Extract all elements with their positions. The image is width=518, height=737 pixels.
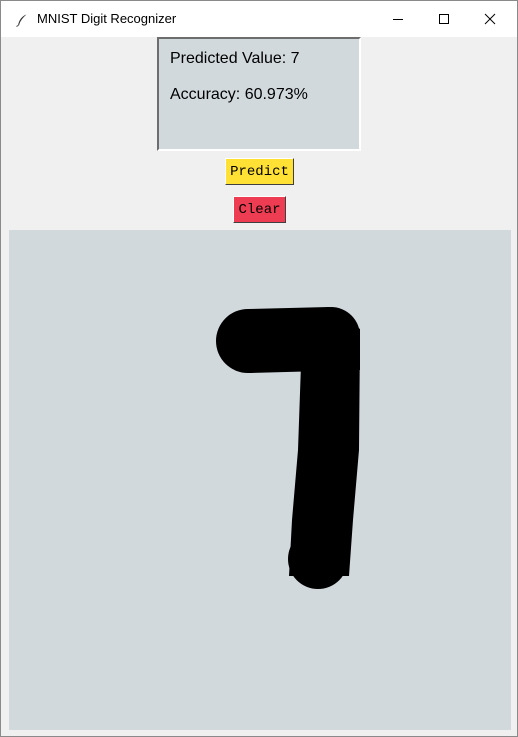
prediction-display: Predicted Value: 7 Accuracy: 60.973% — [157, 37, 361, 151]
drawn-digit-stroke — [216, 307, 360, 589]
maximize-icon — [438, 10, 450, 29]
close-button[interactable] — [467, 1, 513, 37]
accuracy-text: Accuracy: 60.973% — [170, 86, 308, 103]
canvas-drawing — [216, 307, 360, 589]
feather-icon — [15, 12, 29, 27]
clear-button[interactable]: Clear — [233, 196, 286, 223]
minimize-button[interactable] — [375, 1, 421, 37]
drawing-canvas[interactable] — [9, 230, 511, 730]
window-title: MNIST Digit Recognizer — [37, 11, 177, 26]
minimize-icon — [392, 10, 404, 29]
close-icon — [484, 10, 496, 29]
app-window: MNIST Digit Recognizer Predicted Value: … — [0, 0, 518, 737]
maximize-button[interactable] — [421, 1, 467, 37]
predict-button[interactable]: Predict — [225, 158, 294, 185]
predicted-value-text: Predicted Value: 7 — [170, 50, 300, 67]
title-bar[interactable]: MNIST Digit Recognizer — [1, 1, 517, 37]
